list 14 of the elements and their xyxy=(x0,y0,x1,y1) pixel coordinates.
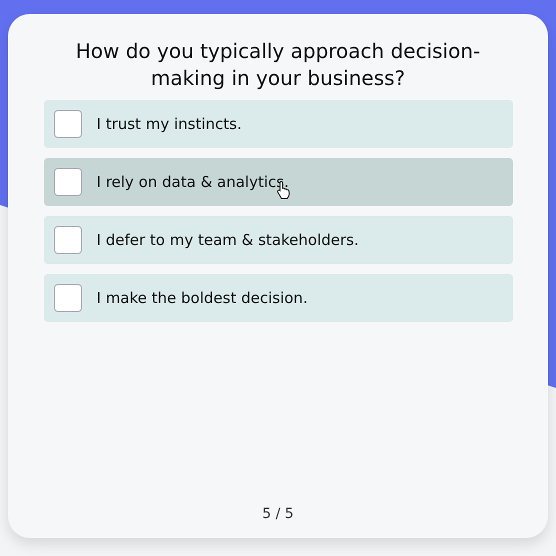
checkbox[interactable] xyxy=(54,110,82,138)
option-label: I rely on data & analytics. xyxy=(96,173,289,191)
answer-option[interactable]: I rely on data & analytics. xyxy=(44,158,512,206)
option-label: I trust my instincts. xyxy=(96,115,242,133)
checkbox[interactable] xyxy=(54,168,82,196)
question-text: How do you typically approach decision-making in your business? xyxy=(74,38,482,92)
option-label: I defer to my team & stakeholders. xyxy=(96,231,359,249)
progress-counter: 5 / 5 xyxy=(262,506,294,522)
answer-option[interactable]: I defer to my team & stakeholders. xyxy=(44,216,512,264)
option-label: I make the boldest decision. xyxy=(96,289,308,307)
answer-option[interactable]: I trust my instincts. xyxy=(44,100,512,148)
checkbox[interactable] xyxy=(54,284,82,312)
checkbox[interactable] xyxy=(54,226,82,254)
answer-option[interactable]: I make the boldest decision. xyxy=(44,274,512,322)
